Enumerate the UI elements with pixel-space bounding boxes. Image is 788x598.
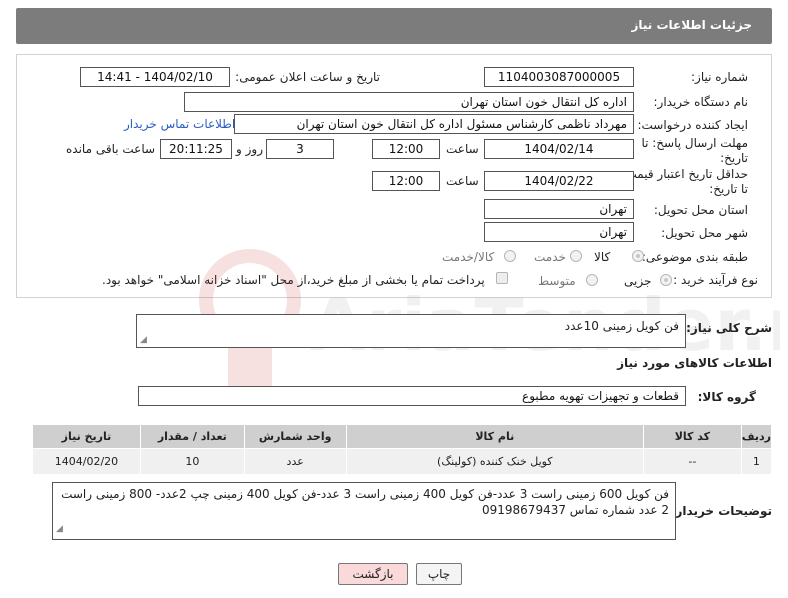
category-radio-service[interactable] xyxy=(570,250,582,262)
cell-name: کویل خنک کننده (کولینگ) xyxy=(345,448,644,475)
cell-date: 1404/02/20 xyxy=(32,448,141,475)
description-field: فن کویل زمینی 10عدد ◢ xyxy=(136,314,686,348)
province-label: استان محل تحویل: xyxy=(653,203,748,217)
print-button[interactable]: چاپ xyxy=(416,563,462,585)
page-header: جزئیات اطلاعات نیاز xyxy=(16,8,772,44)
announce-label: تاریخ و ساعت اعلان عمومی: xyxy=(235,70,380,84)
province-field: تهران xyxy=(484,199,634,219)
goods-group-label: گروه کالا: xyxy=(697,390,756,404)
goods-table: ردیف کد کالا نام کالا واحد شمارش تعداد /… xyxy=(32,424,773,475)
buyer-org-field: اداره کل انتقال خون استان تهران xyxy=(184,92,634,112)
process-option-medium: متوسط xyxy=(538,274,576,288)
table-row: 1 -- کویل خنک کننده (کولینگ) عدد 10 1404… xyxy=(32,448,773,475)
validity-date-field: 1404/02/22 xyxy=(484,171,634,191)
page-title: جزئیات اطلاعات نیاز xyxy=(631,18,752,32)
announce-datetime-field: 1404/02/10 - 14:41 xyxy=(80,67,230,87)
category-option-service: خدمت xyxy=(534,250,566,264)
buyer-org-label: نام دستگاه خریدار: xyxy=(653,95,749,109)
col-row: ردیف xyxy=(740,424,773,449)
process-option-minor: جزیی xyxy=(624,274,652,288)
category-radio-goods-service[interactable] xyxy=(504,250,516,262)
cell-code: -- xyxy=(642,448,742,475)
resize-handle-icon[interactable]: ◢ xyxy=(140,335,147,345)
goods-section-title: اطلاعات کالاهای مورد نیاز xyxy=(617,356,772,370)
buyer-notes-text: فن کویل 600 زمینی راست 3 عدد-فن کویل 400… xyxy=(61,487,669,517)
col-code: کد کالا xyxy=(642,424,742,449)
category-radio-goods[interactable] xyxy=(632,250,644,262)
col-qty: تعداد / مقدار xyxy=(139,424,245,449)
category-option-goods: کالا xyxy=(594,250,611,264)
cell-qty: 10 xyxy=(139,448,245,475)
col-name: نام کالا xyxy=(345,424,644,449)
description-label: شرح کلی نیاز: xyxy=(686,321,772,335)
creator-field: مهرداد ناظمی کارشناس مسئول اداره کل انتق… xyxy=(234,114,634,134)
remaining-label: ساعت باقی مانده xyxy=(66,142,156,156)
goods-group-field: قطعات و تجهیزات تهویه مطبوع xyxy=(138,386,686,406)
days-label: روز و xyxy=(236,142,263,156)
days-field: 3 xyxy=(266,139,334,159)
creator-label: ایجاد کننده درخواست: xyxy=(637,118,748,132)
deadline-label: مهلت ارسال پاسخ: تا xyxy=(641,136,748,150)
validity-time-field: 12:00 xyxy=(372,171,440,191)
description-text: فن کویل زمینی 10عدد xyxy=(564,319,679,333)
process-radio-medium[interactable] xyxy=(586,274,598,286)
cell-unit: عدد xyxy=(243,448,347,475)
process-radio-minor[interactable] xyxy=(660,274,672,286)
treasury-payment-checkbox[interactable] xyxy=(496,272,508,284)
resize-handle-icon[interactable]: ◢ xyxy=(56,521,63,537)
validity-label-date: تا تاریخ: xyxy=(709,182,748,196)
buyer-notes-field: فن کویل 600 زمینی راست 3 عدد-فن کویل 400… xyxy=(52,482,676,540)
process-label: نوع فرآیند خرید : xyxy=(673,273,758,287)
back-button[interactable]: بازگشت xyxy=(338,563,408,585)
col-date: تاریخ نیاز xyxy=(32,424,141,449)
buyer-contact-link[interactable]: اطلاعات تماس خریدار xyxy=(124,117,235,131)
need-number-field: 1104003087000005 xyxy=(484,67,634,87)
validity-time-label: ساعت xyxy=(446,174,479,188)
category-option-goods-service: کالا/خدمت xyxy=(442,250,495,264)
buyer-notes-label: توضیحات خریدار: xyxy=(670,504,772,518)
city-field: تهران xyxy=(484,222,634,242)
deadline-time-field: 12:00 xyxy=(372,139,440,159)
need-number-label: شماره نیاز: xyxy=(691,70,748,84)
remaining-time-field: 20:11:25 xyxy=(160,139,232,159)
goods-table-header: ردیف کد کالا نام کالا واحد شمارش تعداد /… xyxy=(32,424,773,449)
deadline-time-label: ساعت xyxy=(446,142,479,156)
validity-label: حداقل تاریخ اعتبار قیمت: xyxy=(621,167,748,181)
deadline-date-field: 1404/02/14 xyxy=(484,139,634,159)
col-unit: واحد شمارش xyxy=(243,424,347,449)
cell-row: 1 xyxy=(740,448,773,475)
deadline-label-date: تاریخ: xyxy=(720,151,748,165)
city-label: شهر محل تحویل: xyxy=(661,226,748,240)
treasury-payment-note: پرداخت تمام یا بخشی از مبلغ خرید،از محل … xyxy=(102,273,485,287)
category-label: طبقه بندی موضوعی: xyxy=(641,250,748,264)
